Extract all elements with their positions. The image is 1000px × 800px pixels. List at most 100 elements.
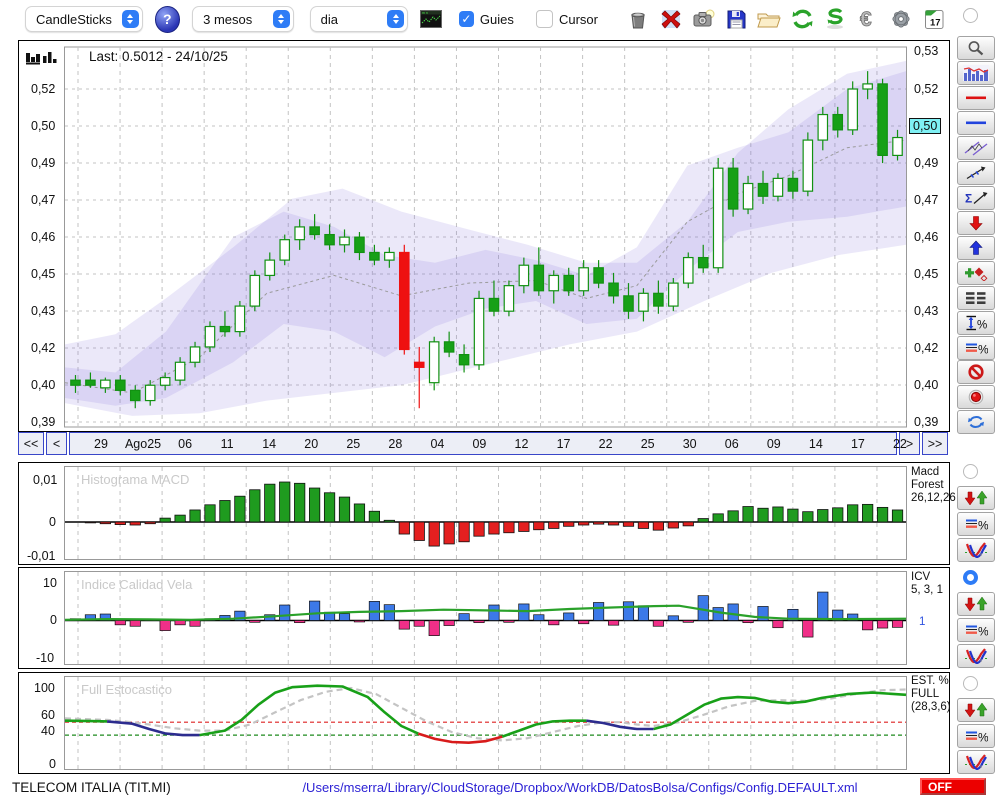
axis-label: 40 [41,724,55,738]
icv-panel: Indice Calidad Vela ICV 5, 3, 1 1 10 0 -10 [18,567,950,669]
axis-label: 60 [41,708,55,722]
candlestick-chart[interactable] [19,41,949,429]
axis-label: 0,46 [914,230,939,244]
guies-checkbox[interactable]: ✓ [458,11,474,27]
stoch-arrows-button[interactable] [957,698,995,722]
stoch-side-label: EST. % FULL (28,3,6) [911,675,951,713]
axis-label: 0,52 [31,82,56,96]
axis-label: 0,49 [914,156,939,170]
select-stepper-icon [387,10,405,28]
macd-radio[interactable] [963,464,978,479]
stoch-lines-percent-button[interactable] [957,724,995,748]
axis-label: 0,42 [914,341,939,355]
date-label: 17 [556,436,571,451]
charting-app-window: % CandleSticks ? 3 mesos dia m [0,0,1000,800]
axis-label: 0,53 [914,44,939,58]
price-volume-button[interactable] [957,61,995,85]
date-label: 28 [388,436,403,451]
channel-icon [964,141,988,156]
date-label: 09 [766,436,781,451]
axis-label: 0,39 [914,415,939,429]
nav-last-button[interactable]: >> [922,432,948,455]
red-line-button[interactable] [957,86,995,110]
trend-arrow-button[interactable] [957,161,995,185]
icv-lines-percent-button[interactable] [957,618,995,642]
status-bar: TELECOM ITALIA (TIT.MI) /Users/mserra/Li… [0,774,1000,800]
axis-label: 0,50 [31,119,56,133]
trash-icon[interactable] [626,6,651,32]
sigma-trend-button[interactable]: Σ [957,186,995,210]
cursor-label: Cursor [558,11,598,27]
stoch-radio[interactable] [963,676,978,691]
symbol-label: TELECOM ITALIA (TIT.MI) [12,780,171,795]
axis-label: 0,47 [31,193,56,207]
axis-label: 0,01 [33,473,58,487]
macd-arrows-button[interactable] [957,486,995,510]
macd-curve-button[interactable] [957,538,995,562]
icv-curve-button[interactable] [957,644,995,668]
interval-select[interactable]: dia [309,6,409,32]
no-sign-icon [968,364,984,380]
sigma-trend-icon: Σ [965,192,988,206]
toolbar: CandleSticks ? 3 mesos dia m n ✓ Guies C… [0,0,950,38]
mini-chart-window-icon[interactable]: m n [418,6,443,32]
add-remove-marker-button[interactable] [957,261,995,285]
guies-label: Guies [479,11,514,27]
link-radio-top[interactable] [963,8,978,23]
blue-line-button[interactable] [957,111,995,135]
camera-icon[interactable] [691,6,716,32]
euro-icon[interactable]: € [856,6,881,32]
calendar-icon[interactable]: 17 [921,6,946,32]
date-label: 04 [430,436,445,451]
date-axis-strip[interactable]: 29 Ago25 06 11 14 20 25 28 04 09 12 17 22 25 30 06 09 14 1… [69,432,907,455]
vertical-percent-button[interactable]: % [957,311,995,335]
help-button[interactable]: ? [154,5,181,33]
macd-lines-percent-button[interactable] [957,512,995,536]
axis-label: 0,45 [31,267,56,281]
red-down-arrow-button[interactable] [957,211,995,235]
macd-title: Histograma MACD [81,472,190,487]
off-button[interactable]: OFF [920,778,986,795]
axis-label: 0 [49,757,56,771]
chart-type-select[interactable]: CandleSticks [25,6,143,32]
icv-arrows-button[interactable] [957,592,995,616]
record-button[interactable] [957,385,995,409]
date-label: 30 [682,436,697,451]
delete-x-icon[interactable] [658,6,683,32]
lines-percent-icon [964,516,988,532]
help-label: ? [163,11,172,27]
lines-percent-button[interactable] [957,336,995,360]
config-path-link[interactable]: /Users/mserra/Library/CloudStorage/Dropb… [250,780,910,795]
date-label: Ago25 [124,436,162,451]
nav-first-button[interactable]: << [18,432,44,455]
magnifier-button[interactable] [957,36,995,60]
interval-value: dia [320,11,338,27]
trend-arrow-icon [966,166,986,180]
open-folder-icon[interactable] [756,6,782,32]
refresh-green-icon[interactable] [790,6,815,32]
blue-line-icon [966,121,986,125]
refresh-blue-button[interactable] [957,410,995,434]
period-select[interactable]: 3 mesos [192,6,294,32]
sync-s-icon[interactable] [823,6,848,32]
date-label: 06 [724,436,739,451]
stoch-curve-button[interactable] [957,750,995,774]
save-floppy-icon[interactable] [724,6,749,32]
cursor-checkbox[interactable] [535,10,553,28]
dashed-lines-button[interactable] [957,286,995,310]
channel-button[interactable] [957,136,995,160]
icv-radio-selected[interactable] [963,570,978,585]
date-label: 20 [304,436,319,451]
gear-icon[interactable] [889,6,914,32]
svg-text:%: % [977,320,987,332]
nav-prev-button[interactable]: < [46,432,67,455]
date-label: 06 [178,436,193,451]
blue-up-arrow-button[interactable] [957,236,995,260]
macd-side-label: Macd Forest 26,12,26 [911,466,956,504]
current-price-tag: 0,50 [909,118,942,134]
no-sign-button[interactable] [957,360,995,384]
histogram-style-icon[interactable] [26,49,60,65]
refresh-blue-icon [968,416,984,428]
blue-up-arrow-icon [969,240,983,255]
svg-text:m n: m n [422,11,428,15]
